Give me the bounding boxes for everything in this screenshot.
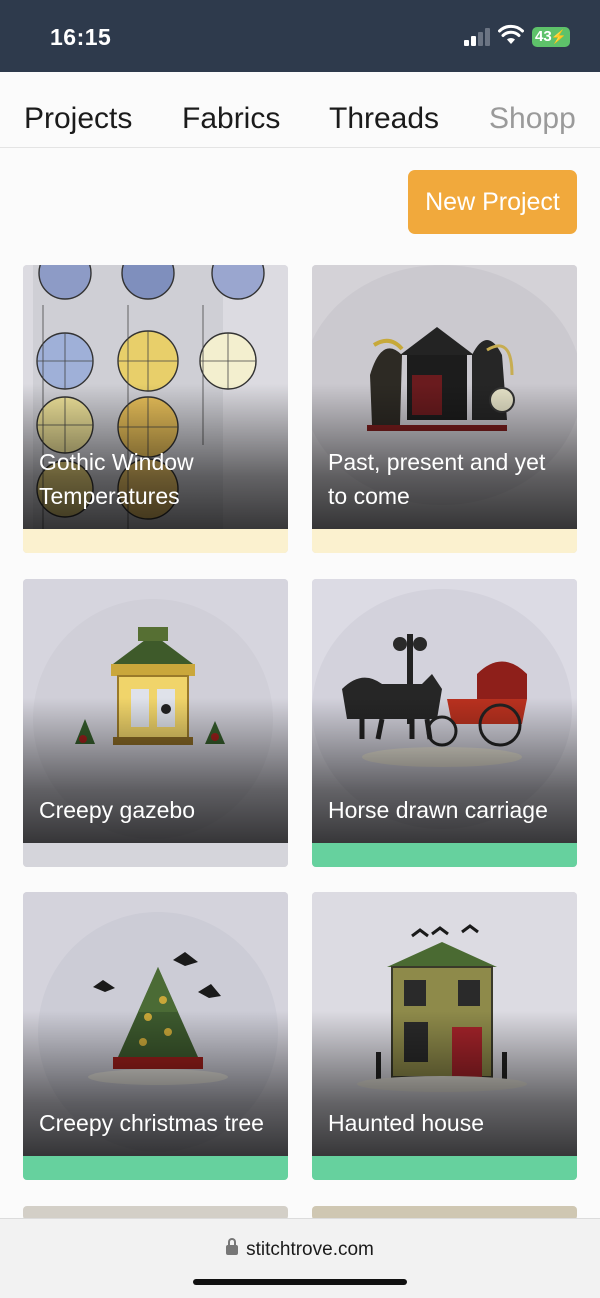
browser-bottom-bar: stitchtrove.com — [0, 1218, 600, 1298]
tab-threads[interactable]: Threads — [329, 102, 439, 136]
battery-indicator: 43 ⚡ — [532, 27, 570, 47]
wifi-icon — [498, 24, 524, 44]
tab-shopping[interactable]: Shopp — [489, 102, 576, 136]
project-status-bar — [312, 1156, 577, 1180]
project-title: Haunted house — [328, 1110, 485, 1136]
address-bar[interactable]: stitchtrove.com — [0, 1238, 600, 1261]
project-status-bar — [312, 843, 577, 867]
status-bar: 16:15 43 ⚡ — [0, 0, 600, 72]
project-status-bar — [23, 529, 288, 553]
url-text: stitchtrove.com — [246, 1239, 374, 1260]
new-project-button[interactable]: New Project — [408, 170, 577, 234]
project-card-gothic-window[interactable]: Gothic Window Temperatures — [23, 265, 288, 553]
project-title: Past, present and yet to come — [328, 449, 546, 509]
tab-projects[interactable]: Projects — [24, 102, 132, 136]
project-card-haunted-house[interactable]: Haunted house — [312, 892, 577, 1180]
home-indicator[interactable] — [193, 1279, 407, 1285]
project-card-creepy-christmas-tree[interactable]: Creepy christmas tree — [23, 892, 288, 1180]
project-card-past-present[interactable]: Past, present and yet to come — [312, 265, 577, 553]
project-status-bar — [23, 843, 288, 867]
project-title: Gothic Window Temperatures — [39, 449, 194, 509]
project-title: Creepy gazebo — [39, 797, 195, 823]
battery-level: 43 — [535, 28, 552, 45]
status-time: 16:15 — [50, 24, 112, 50]
project-title: Horse drawn carriage — [328, 797, 548, 823]
project-status-bar — [312, 529, 577, 553]
charging-bolt-icon: ⚡ — [550, 29, 567, 44]
cellular-signal-icon — [464, 28, 492, 46]
project-card-creepy-gazebo[interactable]: Creepy gazebo — [23, 579, 288, 867]
tab-fabrics[interactable]: Fabrics — [182, 102, 280, 136]
project-status-bar — [23, 1156, 288, 1180]
lock-icon — [226, 1238, 239, 1255]
project-title: Creepy christmas tree — [39, 1110, 264, 1136]
project-card-horse-carriage[interactable]: Horse drawn carriage — [312, 579, 577, 867]
section-tabs: Projects Fabrics Threads Shopp — [0, 72, 600, 148]
